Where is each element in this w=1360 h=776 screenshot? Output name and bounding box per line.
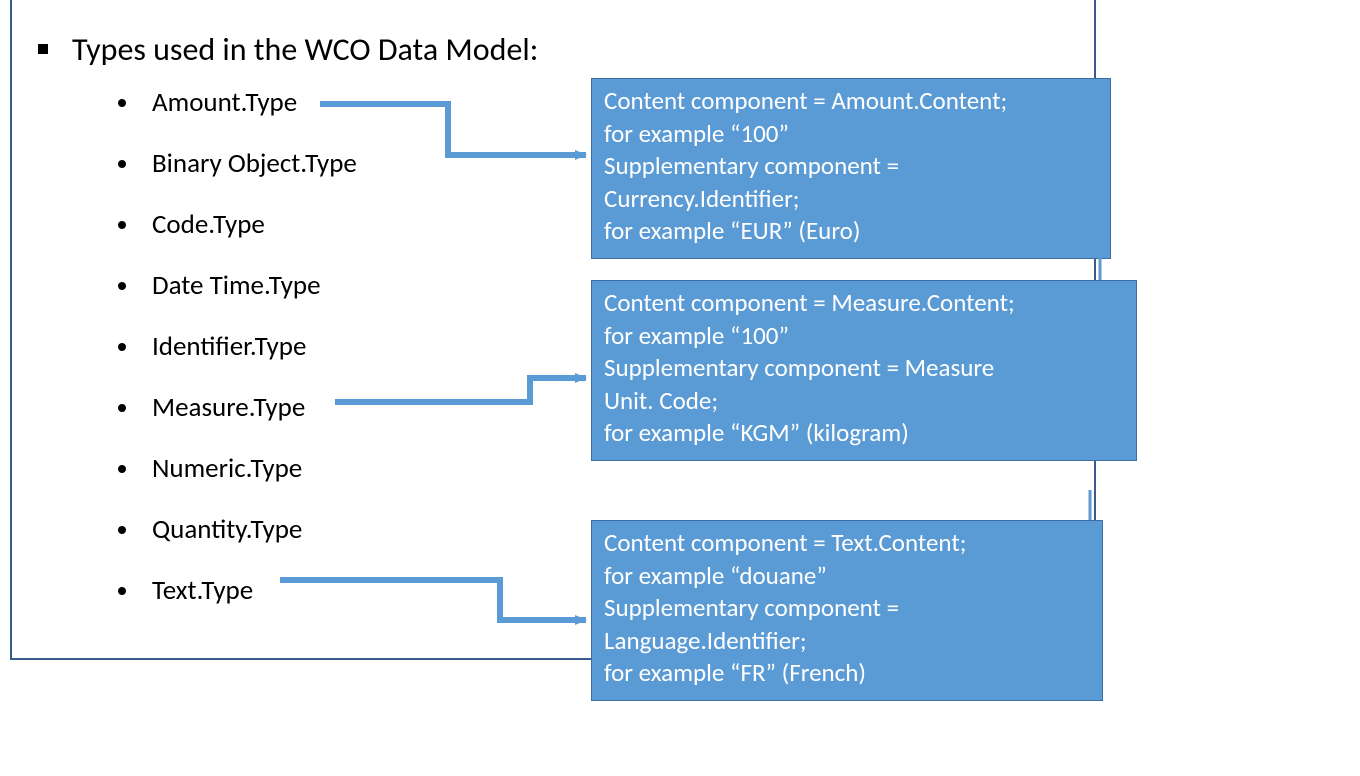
type-item-numeric: Numeric.Type bbox=[118, 452, 357, 485]
bullet-icon bbox=[118, 221, 126, 229]
type-label: Date Time.Type bbox=[152, 269, 321, 302]
callout-line: Supplementary component = Measure bbox=[604, 352, 1124, 385]
callout-line: Supplementary component = bbox=[604, 592, 1090, 625]
type-item-amount: Amount.Type bbox=[118, 86, 357, 119]
callout-line: for example “EUR” (Euro) bbox=[604, 215, 1098, 248]
type-label: Identifier.Type bbox=[152, 330, 306, 363]
type-item-quantity: Quantity.Type bbox=[118, 513, 357, 546]
type-item-identifier: Identifier.Type bbox=[118, 330, 357, 363]
type-list: Amount.Type Binary Object.Type Code.Type… bbox=[118, 86, 357, 635]
callout-line: for example “FR” (French) bbox=[604, 657, 1090, 690]
type-label: Amount.Type bbox=[152, 86, 297, 119]
bullet-icon bbox=[118, 526, 126, 534]
callout-text: Content component = Text.Content; for ex… bbox=[591, 520, 1103, 701]
bullet-icon bbox=[118, 282, 126, 290]
callout-line: for example “douane” bbox=[604, 560, 1090, 593]
callout-line: Content component = Measure.Content; bbox=[604, 287, 1124, 320]
callout-amount: Content component = Amount.Content; for … bbox=[591, 78, 1111, 259]
heading-text: Types used in the WCO Data Model: bbox=[72, 30, 538, 69]
callout-line: for example “100” bbox=[604, 320, 1124, 353]
bullet-icon bbox=[118, 465, 126, 473]
callout-measure: Content component = Measure.Content; for… bbox=[591, 280, 1137, 461]
callout-line: Supplementary component = bbox=[604, 150, 1098, 183]
type-label: Numeric.Type bbox=[152, 452, 302, 485]
type-label: Text.Type bbox=[152, 574, 253, 607]
type-item-binary-object: Binary Object.Type bbox=[118, 147, 357, 180]
bullet-icon bbox=[118, 99, 126, 107]
heading-row: Types used in the WCO Data Model: bbox=[38, 30, 538, 69]
callout-line: Content component = Amount.Content; bbox=[604, 85, 1098, 118]
type-item-measure: Measure.Type bbox=[118, 391, 357, 424]
callout-line: Content component = Text.Content; bbox=[604, 527, 1090, 560]
type-item-date-time: Date Time.Type bbox=[118, 269, 357, 302]
type-label: Code.Type bbox=[152, 208, 265, 241]
type-label: Quantity.Type bbox=[152, 513, 302, 546]
callout-line: Language.Identifier; bbox=[604, 625, 1090, 658]
type-item-text: Text.Type bbox=[118, 574, 357, 607]
callout-line: Unit. Code; bbox=[604, 385, 1124, 418]
callout-line: Currency.Identifier; bbox=[604, 183, 1098, 216]
type-label: Measure.Type bbox=[152, 391, 305, 424]
bullet-icon bbox=[118, 160, 126, 168]
bullet-icon bbox=[118, 404, 126, 412]
bullet-icon bbox=[118, 587, 126, 595]
callout-line: for example “100” bbox=[604, 118, 1098, 151]
type-label: Binary Object.Type bbox=[152, 147, 357, 180]
type-item-code: Code.Type bbox=[118, 208, 357, 241]
square-bullet-icon bbox=[38, 44, 48, 54]
callout-line: for example “KGM” (kilogram) bbox=[604, 417, 1124, 450]
bullet-icon bbox=[118, 343, 126, 351]
